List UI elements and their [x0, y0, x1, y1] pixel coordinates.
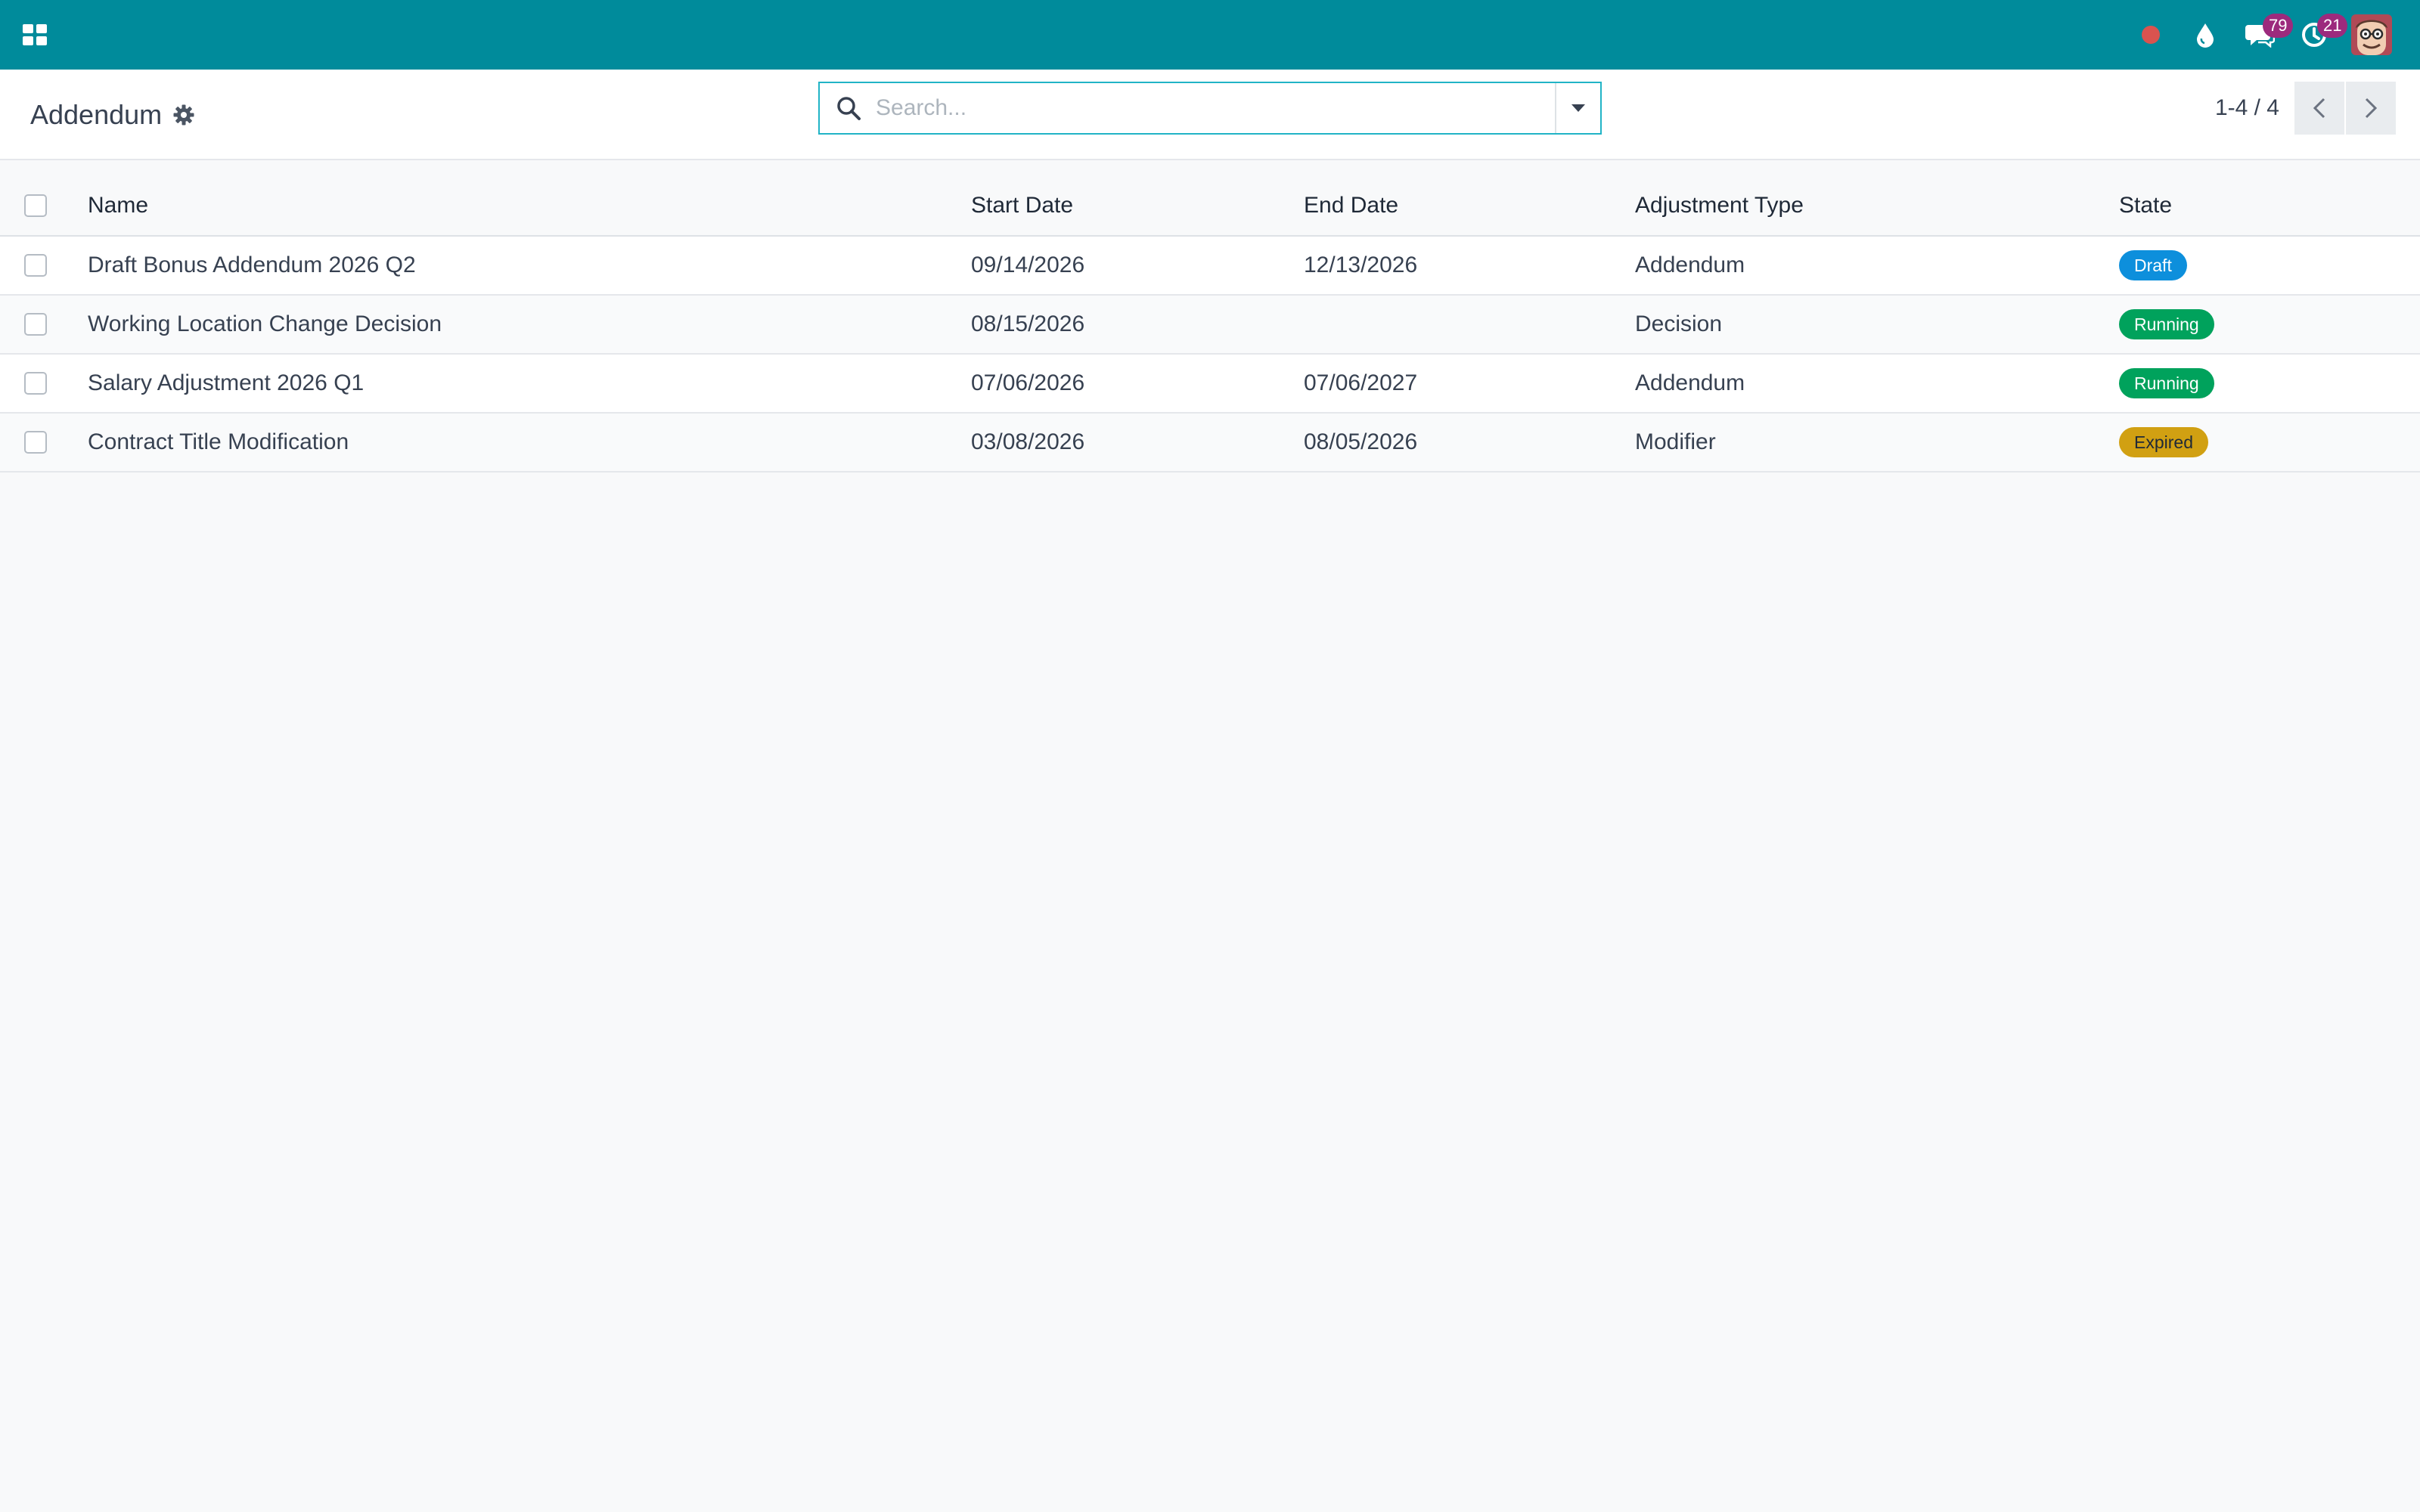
pager: 1-4 / 4	[2215, 82, 2396, 135]
cell-adjustment-type: Addendum	[1635, 354, 2119, 414]
cell-name: Working Location Change Decision	[88, 295, 971, 355]
record-dot-icon	[2142, 26, 2160, 44]
caret-down-icon	[1571, 104, 1585, 112]
pager-value[interactable]: 1-4 / 4	[2215, 95, 2279, 121]
cell-start-date: 03/08/2026	[971, 413, 1304, 472]
table-row[interactable]: Salary Adjustment 2026 Q1 07/06/2026 07/…	[0, 354, 2420, 414]
table-row[interactable]: Draft Bonus Addendum 2026 Q2 09/14/2026 …	[0, 236, 2420, 296]
column-header-state[interactable]: State	[2119, 160, 2420, 237]
table-header-row: Name Start Date End Date Adjustment Type…	[0, 160, 2420, 237]
cell-start-date: 09/14/2026	[971, 236, 1304, 296]
select-all-cell	[0, 160, 88, 237]
row-select-cell	[0, 295, 88, 355]
cell-adjustment-type: Modifier	[1635, 413, 2119, 472]
row-checkbox[interactable]	[24, 254, 47, 277]
chevron-left-icon	[2313, 98, 2325, 119]
messages-button[interactable]: 79	[2232, 0, 2294, 70]
column-header-adjustment-type[interactable]: Adjustment Type	[1635, 160, 2119, 237]
droplet-icon	[2197, 23, 2214, 48]
row-checkbox[interactable]	[24, 372, 47, 395]
cell-end-date	[1304, 295, 1635, 355]
table-row[interactable]: Working Location Change Decision 08/15/2…	[0, 295, 2420, 355]
cell-state: Running	[2119, 295, 2420, 355]
cell-start-date: 08/15/2026	[971, 295, 1304, 355]
cell-end-date: 12/13/2026	[1304, 236, 1635, 296]
cell-state: Running	[2119, 354, 2420, 414]
top-navbar: 79 21	[0, 0, 2420, 70]
select-all-checkbox[interactable]	[24, 194, 47, 217]
activities-button[interactable]: 21	[2287, 0, 2348, 70]
pager-next-button[interactable]	[2346, 82, 2396, 135]
activities-badge: 21	[2317, 14, 2348, 38]
cell-start-date: 07/06/2026	[971, 354, 1304, 414]
records-table: Name Start Date End Date Adjustment Type…	[0, 160, 2420, 472]
table-row[interactable]: Contract Title Modification 03/08/2026 0…	[0, 413, 2420, 472]
control-panel: Addendum Search... 1-4 / 4	[0, 70, 2420, 160]
cell-state: Draft	[2119, 236, 2420, 296]
user-avatar	[2351, 14, 2392, 55]
droplet-button[interactable]	[2178, 0, 2232, 70]
cell-name: Draft Bonus Addendum 2026 Q2	[88, 236, 971, 296]
cell-adjustment-type: Decision	[1635, 295, 2119, 355]
search-options-toggle[interactable]	[1555, 83, 1600, 133]
status-badge: Expired	[2119, 427, 2208, 457]
status-badge: Running	[2119, 309, 2214, 339]
cell-name: Contract Title Modification	[88, 413, 971, 472]
chevron-right-icon	[2365, 98, 2378, 119]
search-input[interactable]	[862, 83, 1555, 133]
breadcrumb: Addendum	[30, 70, 195, 160]
row-select-cell	[0, 236, 88, 296]
user-menu[interactable]	[2344, 0, 2399, 70]
search-icon	[837, 97, 861, 120]
grid-icon[interactable]	[21, 21, 48, 48]
row-select-cell	[0, 413, 88, 472]
search-bar	[818, 82, 1602, 135]
column-header-end-date[interactable]: End Date	[1304, 160, 1635, 237]
status-badge: Running	[2119, 368, 2214, 398]
row-checkbox[interactable]	[24, 431, 47, 454]
row-select-cell	[0, 354, 88, 414]
page-title: Addendum	[30, 99, 163, 130]
column-header-name[interactable]: Name	[88, 160, 971, 237]
cell-state: Expired	[2119, 413, 2420, 472]
cell-adjustment-type: Addendum	[1635, 236, 2119, 296]
cell-end-date: 08/05/2026	[1304, 413, 1635, 472]
record-dot-button[interactable]	[2124, 0, 2178, 70]
gear-icon[interactable]	[172, 104, 195, 126]
cell-name: Salary Adjustment 2026 Q1	[88, 354, 971, 414]
row-checkbox[interactable]	[24, 313, 47, 336]
column-header-start-date[interactable]: Start Date	[971, 160, 1304, 237]
status-badge: Draft	[2119, 250, 2187, 280]
cell-end-date: 07/06/2027	[1304, 354, 1635, 414]
pager-previous-button[interactable]	[2294, 82, 2344, 135]
